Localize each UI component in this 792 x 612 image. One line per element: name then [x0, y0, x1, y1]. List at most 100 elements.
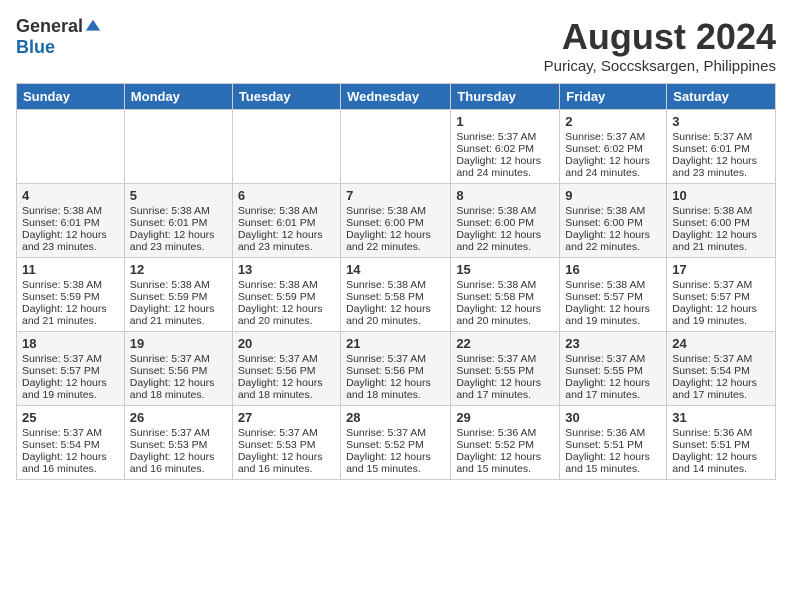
sunset-text: Sunset: 5:58 PM [456, 291, 554, 303]
day-number: 26 [130, 410, 227, 425]
logo-blue-text: Blue [16, 37, 55, 57]
calendar-cell: 22Sunrise: 5:37 AMSunset: 5:55 PMDayligh… [451, 332, 560, 406]
calendar-week-row: 25Sunrise: 5:37 AMSunset: 5:54 PMDayligh… [17, 406, 776, 480]
calendar-cell: 21Sunrise: 5:37 AMSunset: 5:56 PMDayligh… [341, 332, 451, 406]
day-number: 30 [565, 410, 661, 425]
day-number: 31 [672, 410, 770, 425]
daylight-text: Daylight: 12 hours and 20 minutes. [346, 303, 445, 327]
day-number: 24 [672, 336, 770, 351]
sunset-text: Sunset: 5:59 PM [238, 291, 335, 303]
sunset-text: Sunset: 6:01 PM [672, 143, 770, 155]
day-number: 2 [565, 114, 661, 129]
calendar-table: SundayMondayTuesdayWednesdayThursdayFrid… [16, 83, 776, 480]
calendar-cell: 30Sunrise: 5:36 AMSunset: 5:51 PMDayligh… [560, 406, 667, 480]
calendar-cell: 26Sunrise: 5:37 AMSunset: 5:53 PMDayligh… [124, 406, 232, 480]
sunrise-text: Sunrise: 5:38 AM [565, 205, 661, 217]
sunset-text: Sunset: 5:55 PM [565, 365, 661, 377]
calendar-cell: 8Sunrise: 5:38 AMSunset: 6:00 PMDaylight… [451, 184, 560, 258]
calendar-cell: 31Sunrise: 5:36 AMSunset: 5:51 PMDayligh… [667, 406, 776, 480]
sunset-text: Sunset: 6:00 PM [672, 217, 770, 229]
day-number: 18 [22, 336, 119, 351]
sunset-text: Sunset: 5:59 PM [22, 291, 119, 303]
sunrise-text: Sunrise: 5:37 AM [22, 353, 119, 365]
daylight-text: Daylight: 12 hours and 21 minutes. [22, 303, 119, 327]
sunrise-text: Sunrise: 5:38 AM [22, 205, 119, 217]
daylight-text: Daylight: 12 hours and 14 minutes. [672, 451, 770, 475]
sunrise-text: Sunrise: 5:37 AM [238, 353, 335, 365]
day-number: 27 [238, 410, 335, 425]
weekday-header-friday: Friday [560, 84, 667, 110]
sunrise-text: Sunrise: 5:37 AM [672, 279, 770, 291]
calendar-cell: 12Sunrise: 5:38 AMSunset: 5:59 PMDayligh… [124, 258, 232, 332]
daylight-text: Daylight: 12 hours and 18 minutes. [238, 377, 335, 401]
sunset-text: Sunset: 6:01 PM [22, 217, 119, 229]
sunrise-text: Sunrise: 5:38 AM [346, 279, 445, 291]
day-number: 21 [346, 336, 445, 351]
calendar-cell: 5Sunrise: 5:38 AMSunset: 6:01 PMDaylight… [124, 184, 232, 258]
sunset-text: Sunset: 6:00 PM [565, 217, 661, 229]
sunrise-text: Sunrise: 5:38 AM [672, 205, 770, 217]
logo-general-text: General [16, 16, 83, 37]
sunrise-text: Sunrise: 5:38 AM [238, 205, 335, 217]
sunset-text: Sunset: 5:51 PM [565, 439, 661, 451]
calendar-week-row: 18Sunrise: 5:37 AMSunset: 5:57 PMDayligh… [17, 332, 776, 406]
sunset-text: Sunset: 5:52 PM [456, 439, 554, 451]
calendar-cell: 13Sunrise: 5:38 AMSunset: 5:59 PMDayligh… [232, 258, 340, 332]
sunset-text: Sunset: 5:53 PM [130, 439, 227, 451]
sunset-text: Sunset: 5:56 PM [238, 365, 335, 377]
daylight-text: Daylight: 12 hours and 19 minutes. [565, 303, 661, 327]
calendar-cell: 7Sunrise: 5:38 AMSunset: 6:00 PMDaylight… [341, 184, 451, 258]
calendar-cell: 24Sunrise: 5:37 AMSunset: 5:54 PMDayligh… [667, 332, 776, 406]
sunrise-text: Sunrise: 5:38 AM [130, 205, 227, 217]
day-number: 11 [22, 262, 119, 277]
sunset-text: Sunset: 5:54 PM [22, 439, 119, 451]
calendar-cell: 23Sunrise: 5:37 AMSunset: 5:55 PMDayligh… [560, 332, 667, 406]
sunset-text: Sunset: 5:56 PM [346, 365, 445, 377]
day-number: 1 [456, 114, 554, 129]
calendar-week-row: 11Sunrise: 5:38 AMSunset: 5:59 PMDayligh… [17, 258, 776, 332]
daylight-text: Daylight: 12 hours and 15 minutes. [456, 451, 554, 475]
calendar-cell: 25Sunrise: 5:37 AMSunset: 5:54 PMDayligh… [17, 406, 125, 480]
calendar-cell: 1Sunrise: 5:37 AMSunset: 6:02 PMDaylight… [451, 110, 560, 184]
day-number: 29 [456, 410, 554, 425]
calendar-cell: 27Sunrise: 5:37 AMSunset: 5:53 PMDayligh… [232, 406, 340, 480]
weekday-header-sunday: Sunday [17, 84, 125, 110]
sunset-text: Sunset: 5:55 PM [456, 365, 554, 377]
daylight-text: Daylight: 12 hours and 22 minutes. [456, 229, 554, 253]
sunrise-text: Sunrise: 5:36 AM [456, 427, 554, 439]
day-number: 7 [346, 188, 445, 203]
page-header: General Blue August 2024 Puricay, Soccsk… [16, 16, 776, 75]
day-number: 5 [130, 188, 227, 203]
calendar-cell: 10Sunrise: 5:38 AMSunset: 6:00 PMDayligh… [667, 184, 776, 258]
daylight-text: Daylight: 12 hours and 21 minutes. [130, 303, 227, 327]
calendar-cell: 11 Sunrise: 5:38 AMSunset: 5:59 PMDayligh… [17, 258, 125, 332]
weekday-header-thursday: Thursday [451, 84, 560, 110]
day-number: 9 [565, 188, 661, 203]
daylight-text: Daylight: 12 hours and 21 minutes. [672, 229, 770, 253]
day-number: 28 [346, 410, 445, 425]
calendar-cell: 6Sunrise: 5:38 AMSunset: 6:01 PMDaylight… [232, 184, 340, 258]
day-number: 16 [565, 262, 661, 277]
calendar-cell: 4Sunrise: 5:38 AMSunset: 6:01 PMDaylight… [17, 184, 125, 258]
daylight-text: Daylight: 12 hours and 24 minutes. [456, 155, 554, 179]
calendar-cell [341, 110, 451, 184]
sunrise-text: Sunrise: 5:37 AM [672, 353, 770, 365]
sunset-text: Sunset: 5:59 PM [130, 291, 227, 303]
day-number: 23 [565, 336, 661, 351]
sunset-text: Sunset: 5:57 PM [22, 365, 119, 377]
sunrise-text: Sunrise: 5:36 AM [565, 427, 661, 439]
calendar-cell: 18Sunrise: 5:37 AMSunset: 5:57 PMDayligh… [17, 332, 125, 406]
calendar-cell [17, 110, 125, 184]
daylight-text: Daylight: 12 hours and 17 minutes. [565, 377, 661, 401]
sunrise-text: Sunrise: 5:37 AM [456, 131, 554, 143]
sunrise-text: Sunrise: 5:37 AM [22, 427, 119, 439]
sunset-text: Sunset: 6:01 PM [238, 217, 335, 229]
day-number: 13 [238, 262, 335, 277]
sunset-text: Sunset: 6:00 PM [456, 217, 554, 229]
calendar-cell: 14Sunrise: 5:38 AMSunset: 5:58 PMDayligh… [341, 258, 451, 332]
sunrise-text: Sunrise: 5:38 AM [22, 279, 119, 291]
daylight-text: Daylight: 12 hours and 16 minutes. [130, 451, 227, 475]
month-title: August 2024 [544, 16, 776, 58]
sunrise-text: Sunrise: 5:38 AM [130, 279, 227, 291]
daylight-text: Daylight: 12 hours and 18 minutes. [130, 377, 227, 401]
